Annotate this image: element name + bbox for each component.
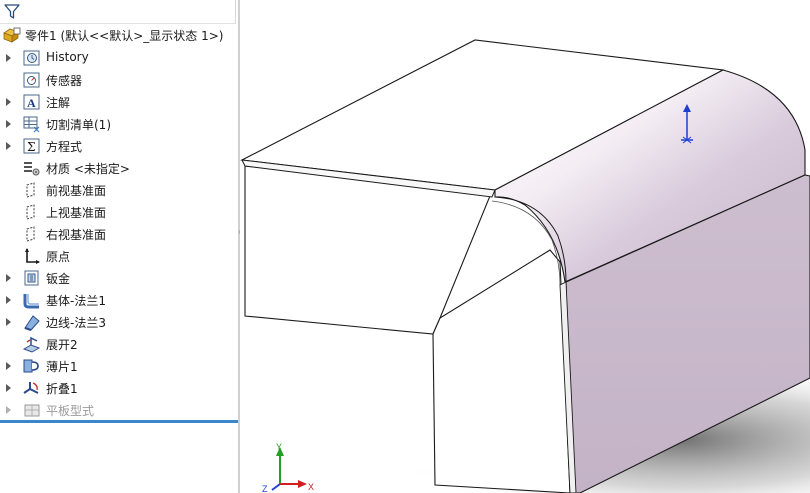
expand-arrow-icon[interactable]: [6, 296, 11, 304]
tree-item-history[interactable]: History: [0, 47, 238, 69]
model-view[interactable]: Y X Z: [240, 0, 810, 493]
sensor-icon: [23, 72, 40, 88]
expand-arrow-icon[interactable]: [6, 384, 11, 392]
tree-item-material[interactable]: 材质 <未指定>: [0, 157, 238, 179]
history-icon: [23, 50, 40, 66]
expand-arrow-icon[interactable]: [6, 142, 11, 150]
tree-item-unfold[interactable]: 展开2: [0, 333, 238, 355]
edge-flange-icon: [24, 315, 40, 331]
tree-item-label: 钣金: [46, 272, 71, 286]
view-triad[interactable]: Y X Z: [262, 442, 314, 493]
tree-item-origin[interactable]: 原点: [0, 245, 238, 267]
tab-icon: [23, 359, 39, 373]
base-flange-icon: [23, 294, 39, 309]
tree-item-equation[interactable]: Σ 方程式: [0, 135, 238, 157]
tree-item-label: 注解: [46, 96, 71, 110]
triad-y-label: Y: [276, 442, 282, 452]
cut-list-icon: [23, 116, 40, 133]
tree-item-sensor[interactable]: 传感器: [0, 69, 238, 91]
feature-manager-tree: 零件1 (默认<<默认>_显示状态 1>) History 传感器 A 注解切割清单(…: [0, 0, 238, 493]
tree-item-flat-pattern[interactable]: 平板型式: [0, 399, 238, 421]
plane-icon: [26, 204, 35, 220]
sheet-metal-icon: [24, 270, 39, 286]
flat-pattern-icon: [24, 404, 40, 417]
triad-z-label: Z: [262, 484, 268, 493]
tree-item-tab[interactable]: 薄片1: [0, 355, 238, 377]
fold-icon: [23, 382, 39, 394]
tree-item-label: 前视基准面: [46, 184, 107, 198]
expand-arrow-icon[interactable]: [6, 318, 11, 326]
unfold-icon: [22, 336, 41, 353]
tree-item-cut-list[interactable]: 切割清单(1): [0, 113, 238, 135]
tree-root-part[interactable]: 零件1 (默认<<默认>_显示状态 1>): [0, 25, 238, 45]
expand-arrow-icon[interactable]: [6, 406, 11, 414]
tree-item-label: 上视基准面: [46, 206, 107, 220]
svg-text:Σ: Σ: [27, 140, 35, 154]
tree-item-label: 传感器: [46, 74, 83, 88]
tree-item-label: 平板型式: [46, 404, 95, 418]
triad-x-label: X: [308, 482, 314, 492]
tree-item-annotation[interactable]: A 注解: [0, 91, 238, 113]
tree-item-label: 原点: [46, 250, 71, 264]
tree-item-label: 方程式: [46, 140, 83, 154]
plane-icon: [26, 182, 35, 198]
plane-icon: [26, 226, 35, 242]
tree-item-label: 切割清单(1): [46, 118, 111, 132]
expand-arrow-icon[interactable]: [6, 274, 11, 282]
part-icon: [3, 27, 21, 43]
panel-divider: [0, 420, 238, 423]
filter-bar: [0, 0, 236, 24]
tree-item-plane[interactable]: 右视基准面: [0, 223, 238, 245]
graphics-viewport[interactable]: Y X Z: [240, 0, 810, 493]
filter-icon[interactable]: [4, 4, 20, 20]
tree-item-fold[interactable]: 折叠1: [0, 377, 238, 399]
expand-arrow-icon[interactable]: [6, 54, 11, 62]
annotation-icon: A: [23, 94, 40, 110]
equation-icon: Σ: [23, 138, 40, 154]
origin-icon: [25, 248, 40, 264]
expand-arrow-icon[interactable]: [6, 362, 11, 370]
lower-front-face[interactable]: [432, 249, 571, 493]
feature-list: History 传感器 A 注解切割清单(1) Σ 方程式材质 <未指定> 前视基准面上视基…: [0, 47, 238, 421]
tree-item-label: 基体-法兰1: [46, 294, 106, 308]
tree-item-label: 右视基准面: [46, 228, 107, 242]
tree-item-plane[interactable]: 前视基准面: [0, 179, 238, 201]
expand-arrow-icon[interactable]: [6, 98, 11, 106]
tree-item-base-flange[interactable]: 基体-法兰1: [0, 289, 238, 311]
part-name-label: 零件1 (默认<<默认>_显示状态 1>): [25, 28, 224, 43]
material-icon: [24, 162, 40, 176]
tree-item-label: 边线-法兰3: [46, 316, 106, 330]
tree-item-label: 薄片1: [46, 360, 78, 374]
tree-item-sheet-metal[interactable]: 钣金: [0, 267, 238, 289]
tree-item-label: History: [46, 50, 89, 64]
tree-item-edge-flange[interactable]: 边线-法兰3: [0, 311, 238, 333]
expand-arrow-icon[interactable]: [6, 120, 11, 128]
tree-item-plane[interactable]: 上视基准面: [0, 201, 238, 223]
svg-text:A: A: [27, 96, 36, 110]
tree-item-label: 材质 <未指定>: [46, 162, 130, 176]
tree-item-label: 折叠1: [46, 382, 78, 396]
tree-item-label: 展开2: [46, 338, 78, 352]
